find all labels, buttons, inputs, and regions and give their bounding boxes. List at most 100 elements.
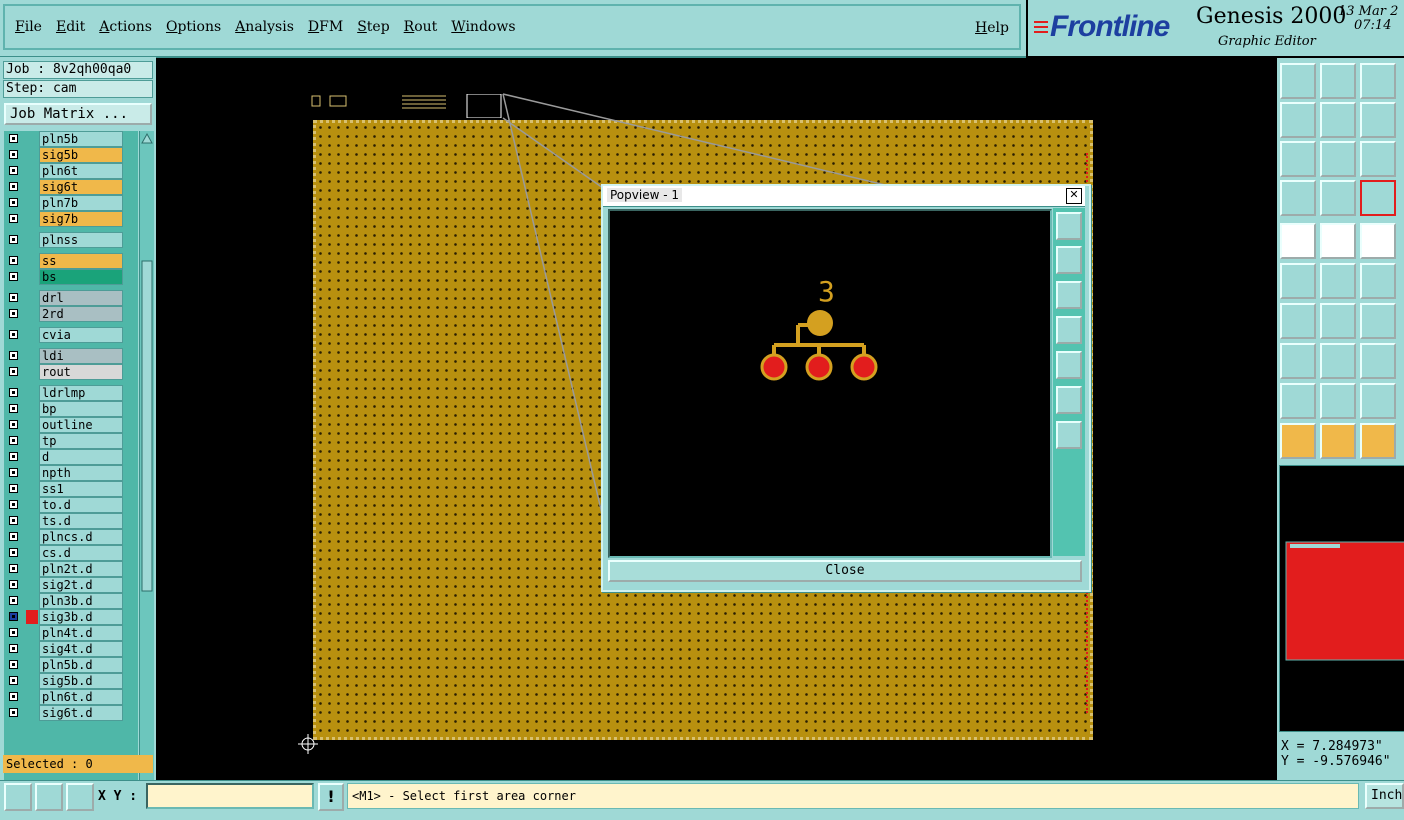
layer-checkbox[interactable] bbox=[9, 644, 18, 653]
layer-checkbox[interactable] bbox=[9, 420, 18, 429]
arrow-select-icon[interactable] bbox=[1280, 423, 1316, 459]
popview-viewport[interactable]: 3 bbox=[608, 209, 1052, 558]
layer-name[interactable]: pln3b.d bbox=[39, 593, 123, 609]
layer-checkbox[interactable] bbox=[9, 500, 18, 509]
layer-checkbox[interactable] bbox=[9, 708, 18, 717]
menu-actions[interactable]: Actions bbox=[99, 19, 152, 35]
menu-analysis[interactable]: Analysis bbox=[235, 19, 294, 35]
layer-checkbox[interactable] bbox=[9, 293, 18, 302]
layer-row[interactable]: ss bbox=[4, 253, 138, 269]
layer-name[interactable]: plnss bbox=[39, 232, 123, 248]
layer-name[interactable]: ss1 bbox=[39, 481, 123, 497]
layer-checkbox[interactable] bbox=[9, 436, 18, 445]
pan-left-icon[interactable] bbox=[1280, 102, 1316, 138]
layer-name[interactable]: pln7b bbox=[39, 195, 123, 211]
layer-name[interactable]: cvia bbox=[39, 327, 123, 343]
arrow-circle-icon[interactable] bbox=[1360, 423, 1396, 459]
layer-checkbox[interactable] bbox=[9, 692, 18, 701]
layer-row[interactable]: plnss bbox=[4, 232, 138, 248]
layer-row[interactable]: tp bbox=[4, 433, 138, 449]
layer-checkbox[interactable] bbox=[9, 166, 18, 175]
layer-checkbox[interactable] bbox=[9, 198, 18, 207]
layer-row[interactable]: cs.d bbox=[4, 545, 138, 561]
layer-name[interactable]: d bbox=[39, 449, 123, 465]
menu-edit[interactable]: Edit bbox=[56, 19, 85, 35]
popview-zoom-out-icon[interactable] bbox=[1056, 421, 1082, 449]
menu-dfm[interactable]: DFM bbox=[308, 19, 343, 35]
layer-row[interactable]: cvia bbox=[4, 327, 138, 343]
layer-name[interactable]: ss bbox=[39, 253, 123, 269]
overview-minimap[interactable] bbox=[1279, 465, 1404, 732]
cross-icon[interactable] bbox=[1320, 263, 1356, 299]
scale-1-2-icon[interactable] bbox=[1360, 141, 1396, 177]
menu-windows[interactable]: Windows bbox=[451, 19, 515, 35]
layer-row[interactable]: d bbox=[4, 449, 138, 465]
layer-name[interactable]: ldrlmp bbox=[39, 385, 123, 401]
layer-name[interactable]: pln2t.d bbox=[39, 561, 123, 577]
layer-row[interactable]: outline bbox=[4, 417, 138, 433]
pan-up-icon[interactable] bbox=[1280, 63, 1316, 99]
pan-down-icon[interactable] bbox=[1320, 63, 1356, 99]
layer-checkbox[interactable] bbox=[9, 182, 18, 191]
layer-checkbox[interactable] bbox=[9, 660, 18, 669]
popview-pan-down-icon[interactable] bbox=[1056, 281, 1082, 309]
layer-checkbox[interactable] bbox=[9, 564, 18, 573]
layer-checkbox[interactable] bbox=[9, 596, 18, 605]
text-a2-icon[interactable] bbox=[1360, 383, 1396, 419]
layer-row[interactable]: sig6t bbox=[4, 179, 138, 195]
layer-row[interactable]: plncs.d bbox=[4, 529, 138, 545]
layer-row[interactable]: ldrlmp bbox=[4, 385, 138, 401]
layer-name[interactable]: sig2t.d bbox=[39, 577, 123, 593]
units-button[interactable]: Inch bbox=[1365, 783, 1404, 809]
layer-name[interactable]: sig6t.d bbox=[39, 705, 123, 721]
xy-input[interactable] bbox=[146, 783, 314, 809]
layer-checkbox[interactable] bbox=[9, 150, 18, 159]
connect-icon[interactable] bbox=[1280, 263, 1316, 299]
layer-checkbox[interactable] bbox=[9, 309, 18, 318]
menu-rout[interactable]: Rout bbox=[404, 19, 438, 35]
pad-icon[interactable] bbox=[1320, 180, 1356, 216]
layer-row[interactable]: npth bbox=[4, 465, 138, 481]
layer-name[interactable]: bp bbox=[39, 401, 123, 417]
arrow-box-icon[interactable] bbox=[1320, 423, 1356, 459]
popview-close-x-icon[interactable]: ✕ bbox=[1066, 188, 1082, 204]
select-mode-icon[interactable] bbox=[4, 783, 32, 811]
layer-row[interactable]: pln6t bbox=[4, 163, 138, 179]
zoom-center-icon[interactable] bbox=[1320, 141, 1356, 177]
layer-name[interactable]: npth bbox=[39, 465, 123, 481]
layer-name[interactable]: sig5b bbox=[39, 147, 123, 163]
layer-row[interactable]: sig7b bbox=[4, 211, 138, 227]
zoom-fit-icon[interactable] bbox=[1280, 141, 1316, 177]
layer-checkbox[interactable] bbox=[9, 484, 18, 493]
layer-name[interactable]: to.d bbox=[39, 497, 123, 513]
layer-row[interactable]: bs bbox=[4, 269, 138, 285]
layer-row[interactable]: pln5b bbox=[4, 131, 138, 147]
layer-name[interactable]: outline bbox=[39, 417, 123, 433]
popview-pan-up-icon[interactable] bbox=[1056, 246, 1082, 274]
menu-options[interactable]: Options bbox=[166, 19, 221, 35]
line-icon[interactable] bbox=[1320, 223, 1356, 259]
popview-titlebar[interactable]: Popview - 1 ✕ bbox=[603, 186, 1085, 207]
layer-name[interactable]: ldi bbox=[39, 348, 123, 364]
layer-name[interactable]: pln6t bbox=[39, 163, 123, 179]
layer-name[interactable]: bs bbox=[39, 269, 123, 285]
triangle-icon[interactable] bbox=[1280, 383, 1316, 419]
layer-name[interactable]: ts.d bbox=[39, 513, 123, 529]
menu-step[interactable]: Step bbox=[357, 19, 389, 35]
popview-pan-left-icon[interactable] bbox=[1056, 316, 1082, 344]
layer-row[interactable]: sig6t.d bbox=[4, 705, 138, 721]
pad-select-icon[interactable] bbox=[1280, 343, 1316, 379]
layer-checkbox[interactable] bbox=[9, 532, 18, 541]
menu-file[interactable]: File bbox=[15, 19, 42, 35]
layer-row[interactable]: pln2t.d bbox=[4, 561, 138, 577]
popview-zoom-fit-icon[interactable] bbox=[1056, 212, 1082, 240]
layer-name[interactable]: cs.d bbox=[39, 545, 123, 561]
layer-checkbox[interactable] bbox=[9, 628, 18, 637]
layer-row[interactable]: 2rd bbox=[4, 306, 138, 322]
layer-row[interactable]: sig5b.d bbox=[4, 673, 138, 689]
layer-checkbox[interactable] bbox=[9, 516, 18, 525]
layer-row[interactable]: pln3b.d bbox=[4, 593, 138, 609]
layer-name[interactable]: pln5b.d bbox=[39, 657, 123, 673]
layer-checkbox[interactable] bbox=[9, 580, 18, 589]
layer-list-scrollbar[interactable] bbox=[139, 131, 154, 803]
